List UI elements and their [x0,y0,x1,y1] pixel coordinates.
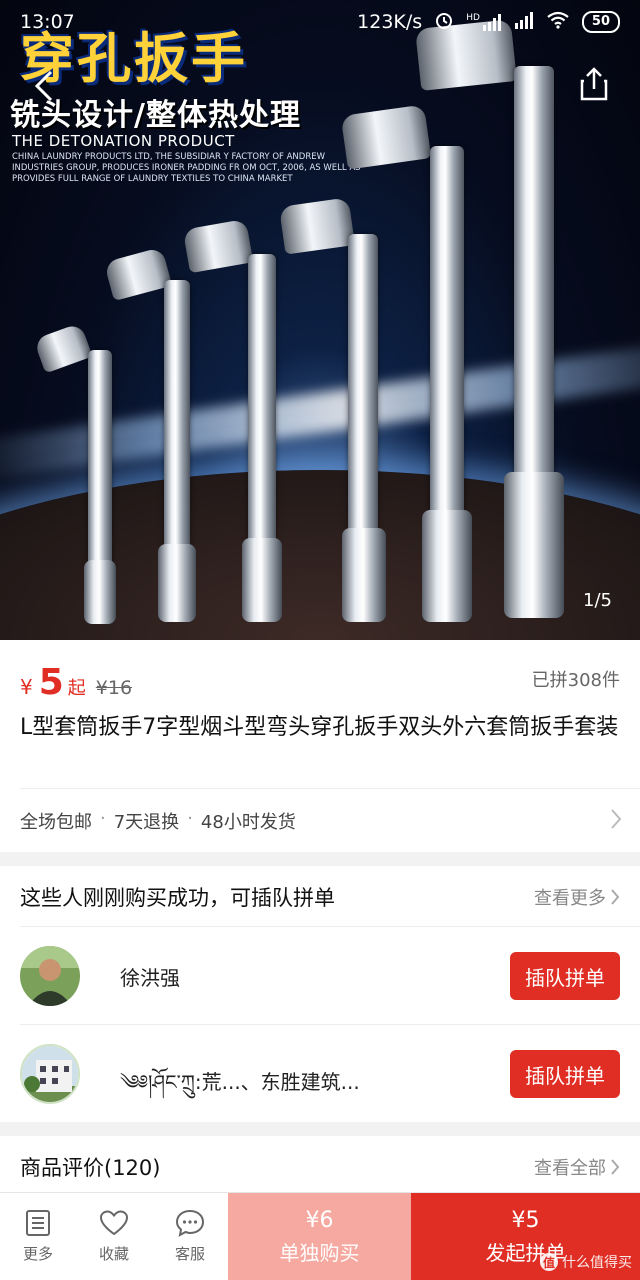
net-speed: 123K/s [357,11,423,33]
wifi-icon [546,11,570,34]
group-buy-heading: 这些人刚刚购买成功，可插队拼单 [20,886,335,910]
watermark-logo-icon: 值 [540,1253,558,1271]
service-separator: · [100,808,106,829]
price-suffix: 起 [67,678,86,699]
hd-label: HD [466,13,480,23]
chat-icon [175,1209,205,1237]
product-image-carousel[interactable]: 13:07 123K/s HD 50 穿孔扳手 铣头设计/整体热处理 THE D… [0,0,640,640]
nav-service-label: 客服 [174,1245,205,1263]
image-pager: 1/5 [583,590,612,611]
promo-en-small: CHINA LAUNDRY PRODUCTS LTD, THE SUBSIDIA… [12,152,361,184]
buy-group-price: ¥5 [511,1207,540,1233]
more-icon [26,1210,50,1236]
group-row: ༄༅།ཤོང་ཀྲུ:荒...、东胜建筑... 插队拼单 [0,1024,640,1122]
service-return: 7天退换 [113,812,180,833]
nav-favorite[interactable]: 收藏 [76,1193,152,1280]
group-buy-section: 这些人刚刚购买成功，可插队拼单 查看更多 徐洪强 插队拼单 ༄༅།ཤོང་ཀྲུ… [0,866,640,1122]
service-ship-time: 48小时发货 [200,812,296,833]
chevron-right-icon [611,1159,620,1175]
buy-alone-button[interactable]: ¥6 单独购买 [228,1193,411,1280]
watermark-text: 什么值得买 [562,1255,632,1271]
signal-icon-2 [514,11,534,34]
reviews-section[interactable]: 商品评价(120) 查看全部 [0,1136,640,1196]
wrench-1 [33,322,118,630]
buyer-name: 徐洪强 [120,966,180,990]
share-button[interactable] [574,64,614,104]
service-row[interactable]: 全场包邮 · 7天退换 · 48小时发货 [20,808,296,834]
currency-symbol: ¥ [20,675,33,699]
group-price: 5 [38,662,64,703]
chevron-right-icon [611,889,620,905]
join-group-button[interactable]: 插队拼单 [510,952,620,1000]
wrench-6 [415,19,578,624]
view-all-label: 查看全部 [534,1158,606,1179]
wrench-3 [182,218,290,628]
group-row: 徐洪强 插队拼单 [0,926,640,1024]
heart-icon [99,1210,129,1236]
buyer-name: ༄༅།ཤོང་ཀྲུ:荒...、东胜建筑... [120,1070,360,1094]
buy-alone-label: 单独购买 [279,1240,360,1265]
reviews-label: 商品评价(120) [20,1156,161,1180]
watermark: 值 什么值得买 [540,1252,632,1272]
battery-indicator: 50 [581,11,620,33]
sold-count: 已拼308件 [531,670,620,691]
join-group-button[interactable]: 插队拼单 [510,1050,620,1098]
buy-alone-price: ¥6 [305,1207,334,1233]
original-price: ¥16 [95,677,133,699]
nav-more[interactable]: 更多 [0,1193,76,1280]
nav-service[interactable]: 客服 [152,1193,228,1280]
chevron-left-icon [34,70,53,102]
share-icon [580,67,608,101]
service-separator: · [187,808,193,829]
signal-icon: HD [466,13,502,31]
promo-en-title: THE DETONATION PRODUCT [12,132,235,150]
service-free-shipping: 全场包邮 [20,812,92,833]
status-bar: 13:07 123K/s HD 50 [0,0,640,44]
divider [20,788,640,789]
start-group-buy-button[interactable]: ¥5 发起拼单 值 什么值得买 [411,1193,640,1280]
chevron-right-icon[interactable] [610,808,622,834]
price-row: ¥ 5 起 ¥16 [20,662,132,703]
view-more-label: 查看更多 [534,888,606,909]
bottom-action-bar: 更多 收藏 客服 ¥6 单独购买 ¥5 发起拼单 值 什么值得买 [0,1192,640,1280]
avatar [20,946,80,1006]
status-time: 13:07 [20,11,75,33]
view-all-reviews[interactable]: 查看全部 [534,1154,620,1180]
back-button[interactable] [24,66,64,106]
avatar [20,1044,80,1104]
nav-more-label: 更多 [22,1245,53,1263]
nav-favorite-label: 收藏 [98,1245,129,1263]
view-more-link[interactable]: 查看更多 [534,884,620,910]
product-info: ¥ 5 起 ¥16 已拼308件 L型套筒扳手7字型烟斗型弯头穿孔扳手双头外六套… [0,640,640,852]
product-title: L型套筒扳手7字型烟斗型弯头穿孔扳手双头外六套筒扳手套装 [20,715,619,740]
alarm-icon [434,10,454,35]
